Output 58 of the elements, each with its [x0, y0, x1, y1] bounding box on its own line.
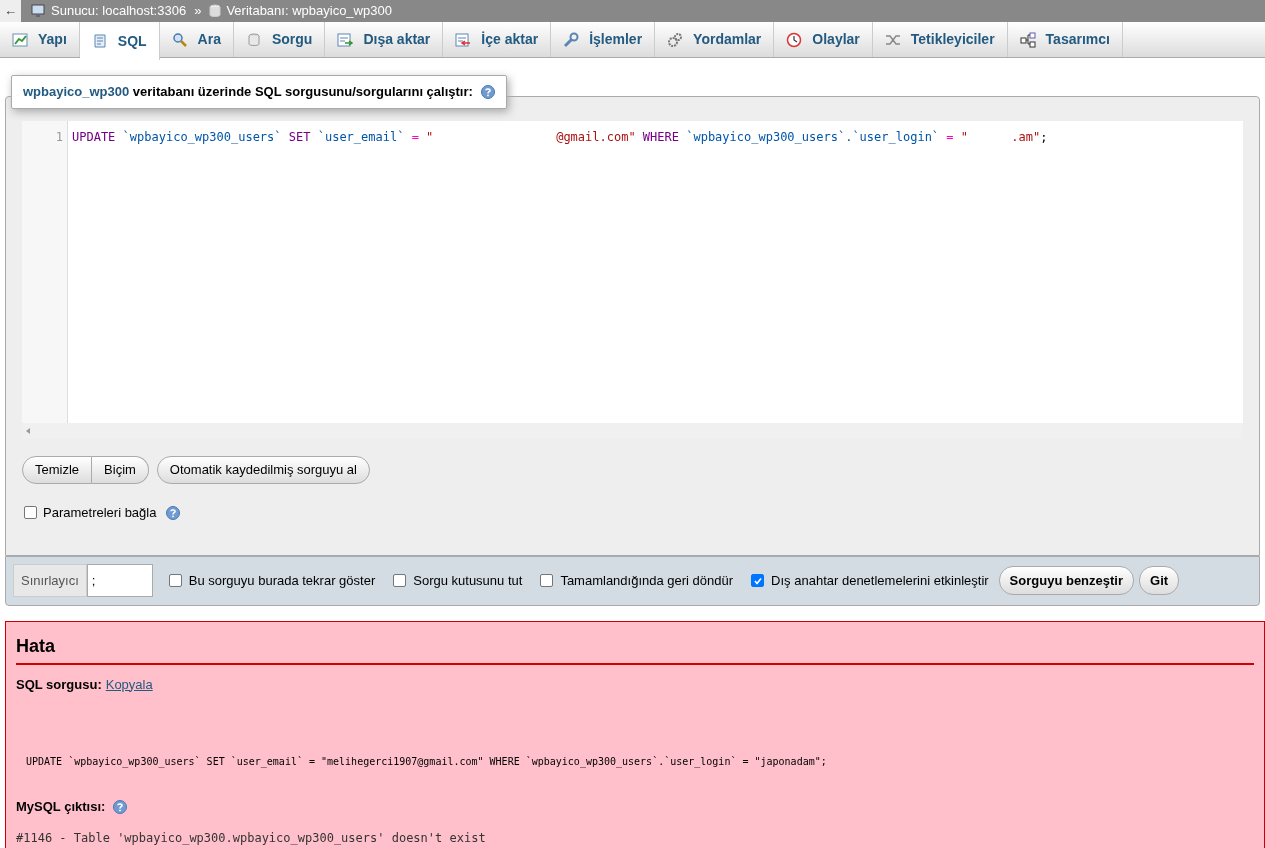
- checkbox[interactable]: [24, 506, 37, 520]
- tab[interactable]: İçe aktar: [443, 22, 552, 57]
- search-icon: [171, 31, 188, 48]
- tab[interactable]: Sorgu: [233, 22, 326, 57]
- delimiter-field[interactable]: ;: [86, 564, 153, 597]
- breadcrumb-link[interactable]: Veritabanı: wpbayico_wp300: [226, 1, 392, 21]
- autosave-button[interactable]: Otomatik kaydedilmiş sorguyu al: [156, 456, 370, 484]
- tab[interactable]: Yapı: [0, 22, 80, 57]
- clock-icon: [786, 31, 803, 48]
- output-label: MySQL çıktısı:: [16, 798, 106, 816]
- back-link[interactable]: ←: [0, 0, 21, 22]
- editor-button[interactable]: Temizle: [22, 456, 93, 484]
- import-icon: [455, 31, 472, 48]
- sql-label: SQL sorgusu:: [16, 675, 102, 694]
- monitor-icon: [31, 4, 46, 18]
- help-icon[interactable]: [166, 505, 181, 520]
- tab[interactable]: İşlemler: [551, 22, 656, 57]
- table-icon: [12, 31, 28, 48]
- checkbox[interactable]: [393, 574, 407, 587]
- wrench-icon: [563, 31, 580, 48]
- tab[interactable]: Yordamlar: [655, 22, 775, 57]
- sql-editor[interactable]: 1 UPDATE `wpbayico_wp300_users` SET `user_email` = " @gmail.com" WHERE `wpbayico_wp300_users`.`user_login` = " .am";: [22, 121, 1243, 439]
- database-icon: [245, 31, 262, 48]
- delimiter-label: Sınırlayıcı: [13, 564, 87, 597]
- scroll-left-icon: [26, 428, 31, 434]
- copy-link[interactable]: Kopyala: [105, 674, 153, 694]
- document-icon: [91, 33, 108, 49]
- error-title: Hata: [16, 621, 1254, 665]
- checkbox[interactable]: [751, 574, 765, 587]
- help-icon[interactable]: [480, 84, 495, 99]
- line-number: 1: [55, 130, 63, 144]
- code-line: UPDATE `wpbayico_wp300_users` SET `user_email` = " @gmail.com" WHERE `wpbayico_wp300_users`.`user_login` = " .am";: [71, 129, 1048, 146]
- database-icon: [209, 4, 222, 18]
- tab[interactable]: Olaylar: [774, 22, 873, 57]
- checkbox-label: Parametreleri bağla: [43, 504, 157, 522]
- checkbox-label: Bu sorguyu burada tekrar göster: [188, 571, 376, 590]
- tab[interactable]: SQL: [79, 22, 160, 60]
- editor-button[interactable]: Biçim: [92, 456, 149, 484]
- export-icon: [337, 31, 354, 48]
- checkbox-label: Dış anahtar denetlemelerini etkinleştir: [771, 571, 989, 590]
- checkbox-label: Sorgu kutusunu tut: [413, 571, 523, 590]
- checkbox[interactable]: [168, 574, 182, 587]
- tab[interactable]: Tasarımcı: [1007, 22, 1123, 57]
- tab[interactable]: Ara: [159, 22, 234, 57]
- checkbox[interactable]: [540, 574, 554, 587]
- action-button[interactable]: Git: [1139, 566, 1180, 595]
- gears-icon: [667, 31, 684, 48]
- tab[interactable]: Dışa aktar: [325, 22, 444, 57]
- breadcrumb-link[interactable]: Sunucu: localhost:3306: [51, 1, 187, 21]
- action-button[interactable]: Sorguyu benzeştir: [998, 566, 1135, 595]
- diagram-icon: [1019, 31, 1036, 48]
- checkbox-label: Tamamlandığında geri döndür: [560, 571, 734, 590]
- help-icon[interactable]: [113, 799, 128, 814]
- tab[interactable]: Tetikleyiciler: [872, 22, 1008, 57]
- breadcrumb-separator: »: [194, 2, 202, 21]
- error-message: #1146 - Table 'wpbayico_wp300.wpbayico_wp300_users' doesn't exist: [16, 829, 487, 847]
- legend-text: wpbayico_wp300 veritabanı üzerinde SQL sorgusunu/sorgularını çalıştır:: [23, 83, 473, 101]
- error-query: UPDATE `wpbayico_wp300_users` SET `user_email` = "melihegerci1907@gmail.com" WHERE `wpbayico_wp300_users`.`user_login` = "japonadam";: [26, 755, 828, 769]
